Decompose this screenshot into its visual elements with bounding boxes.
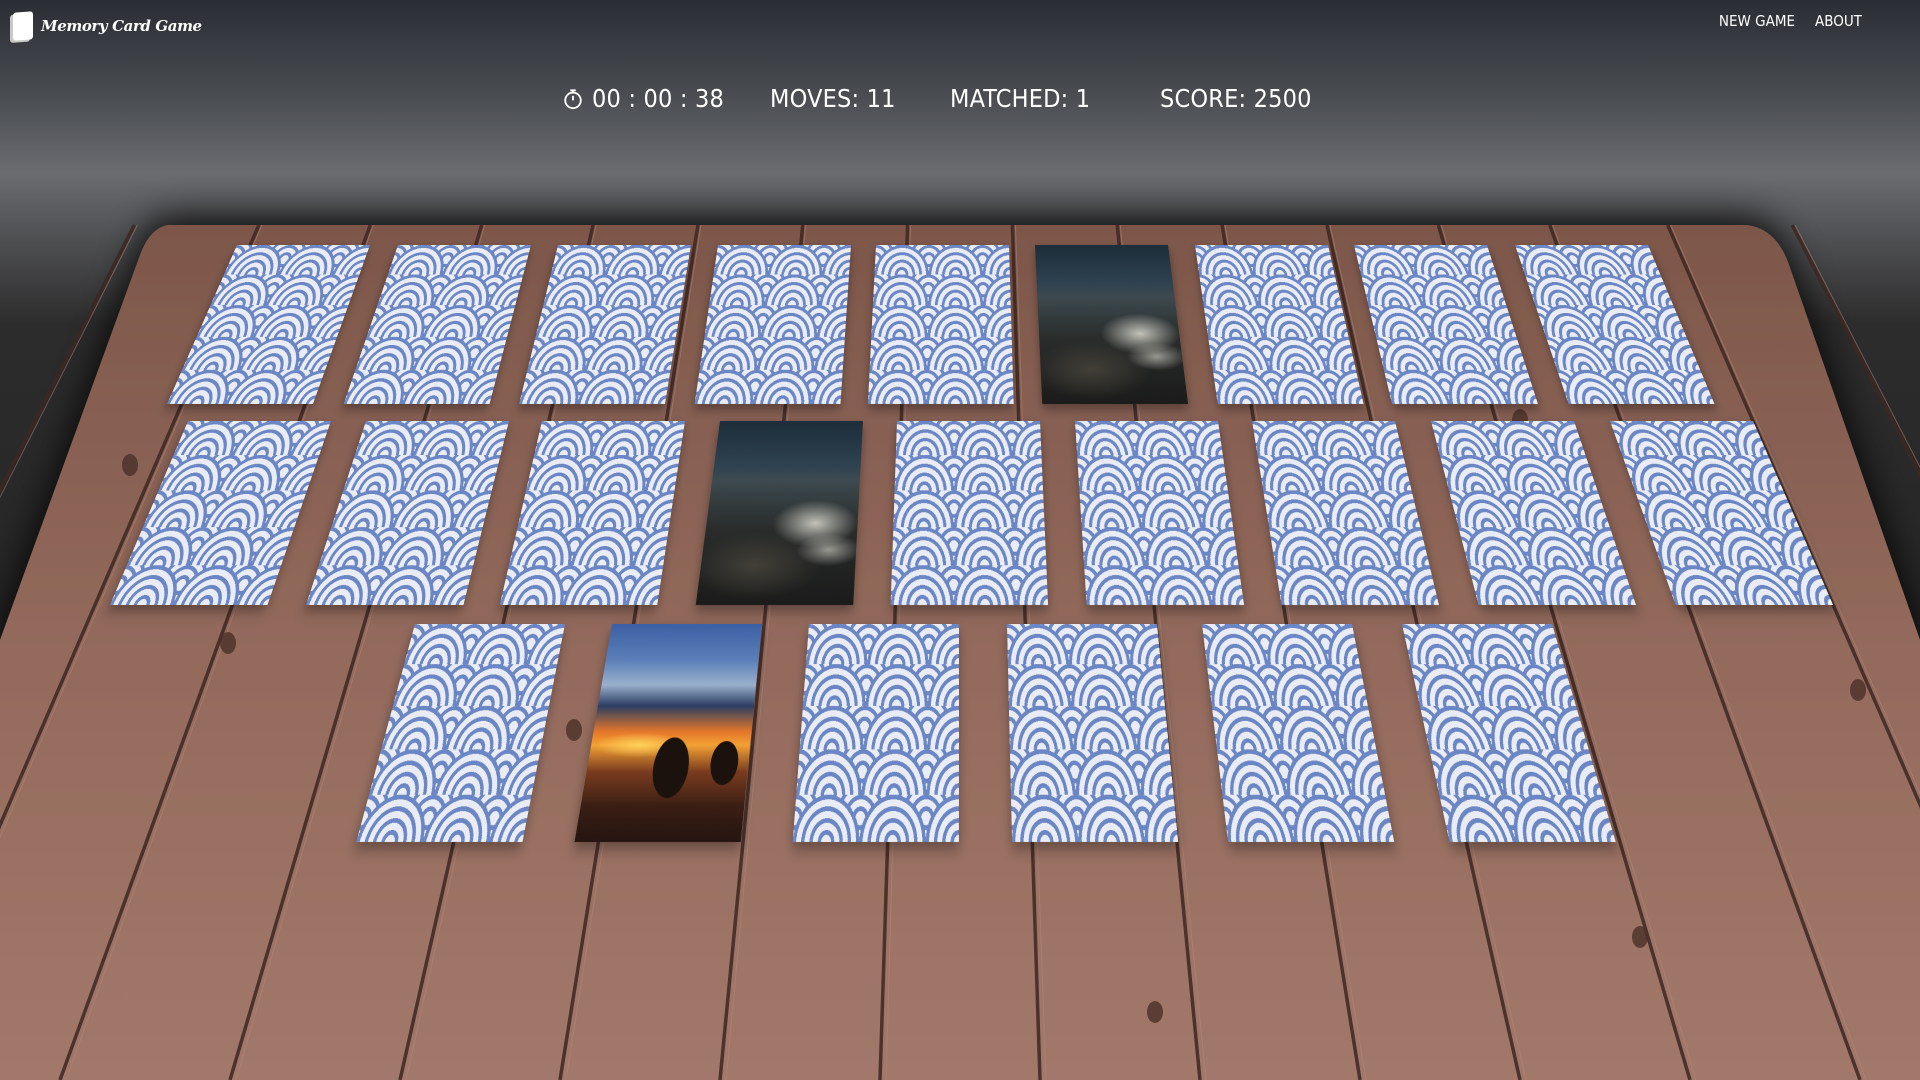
card-face-down[interactable] [305,421,509,605]
top-nav: NEW GAME ABOUT [1719,12,1862,30]
stopwatch-icon [564,88,582,109]
plank-seam [0,224,136,494]
card-face-up-beach-rocks[interactable] [695,421,863,605]
card-face-down[interactable] [1195,245,1364,404]
card-face-down[interactable] [1202,624,1395,842]
card-face-down[interactable] [1402,624,1616,842]
new-game-link[interactable]: NEW GAME [1719,12,1795,30]
card-face-down[interactable] [109,421,331,605]
card-face-down[interactable] [167,245,370,404]
wood-knot [1147,1001,1163,1023]
card-face-down[interactable] [1075,421,1245,605]
moves-value: MOVES: 11 [770,84,896,113]
card-face-down[interactable] [519,245,691,404]
timer-value: 00 : 00 : 38 [592,84,724,113]
plank-highlight [1794,224,1920,469]
card-face-down[interactable] [1007,624,1179,842]
card-face-down[interactable] [343,245,531,404]
score-value: SCORE: 2500 [1160,84,1312,113]
card-face-down[interactable] [1431,421,1637,605]
app-title: Memory Card Game [41,17,202,35]
card-face-down[interactable] [1252,421,1439,605]
plank-highlight [0,224,138,499]
timer-display: 00 : 00 : 38 [562,84,724,113]
matched-value: MATCHED: 1 [950,84,1091,113]
card-face-down[interactable] [499,421,685,605]
card-face-up-sunset-rocks[interactable] [574,624,762,842]
about-link[interactable]: ABOUT [1815,12,1862,30]
plank-highlight [1670,224,1920,795]
card-face-down[interactable] [1515,245,1715,404]
card-face-down[interactable] [1354,245,1538,404]
score-counter: SCORE: 2500 [1160,84,1312,113]
card-face-down[interactable] [890,421,1049,605]
app-brand[interactable]: Memory Card Game [13,11,202,41]
plank-seam [1790,224,1920,479]
wood-knot [1850,679,1866,701]
card-face-down[interactable] [1610,421,1834,605]
wood-knot [1632,926,1648,948]
wood-knot [566,719,582,741]
card-face-up-beach-rocks[interactable] [1035,245,1189,404]
card-face-down[interactable] [356,624,565,842]
card-face-down[interactable] [792,624,959,842]
matched-counter: MATCHED: 1 [950,84,1090,113]
wood-knot [122,454,138,476]
moves-counter: MOVES: 11 [770,84,896,113]
card-face-down[interactable] [694,245,851,404]
plank-seam [1666,224,1920,809]
card-icon [13,11,33,41]
wood-knot [220,632,236,654]
card-face-down[interactable] [867,245,1014,404]
